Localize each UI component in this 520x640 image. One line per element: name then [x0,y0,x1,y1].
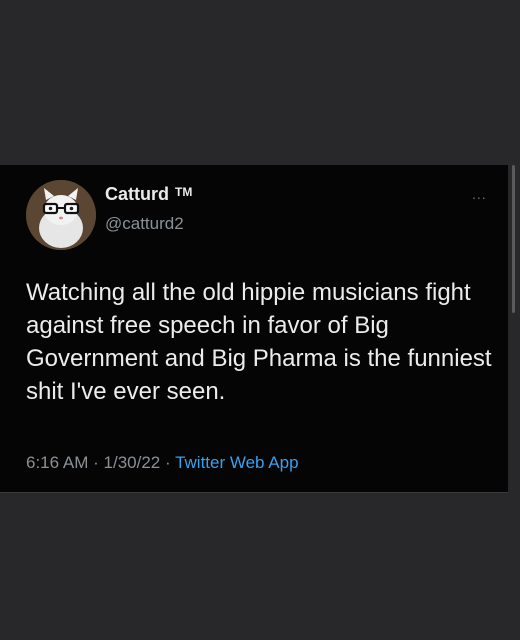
tweet-text: Watching all the old hippie musicians fi… [26,279,492,405]
tweet-date[interactable]: 1/30/22 [104,453,161,472]
tweet-time[interactable]: 6:16 AM [26,453,88,472]
trademark-label: TM [175,185,193,199]
cat-avatar-icon [26,180,96,250]
divider [0,492,508,493]
meta-separator: · [93,453,99,472]
tweet-meta: 6:16 AM · 1/30/22 · Twitter Web App [26,453,299,473]
display-name[interactable]: Catturd [105,184,169,204]
user-handle[interactable]: @catturd2 [105,214,184,234]
more-options-icon[interactable]: ... [472,186,487,202]
tweet-source[interactable]: Twitter Web App [175,453,298,472]
meta-separator: · [164,453,171,472]
scrollbar[interactable] [512,165,515,313]
avatar[interactable] [26,180,96,250]
display-name-row[interactable]: Catturd TM [105,184,192,205]
